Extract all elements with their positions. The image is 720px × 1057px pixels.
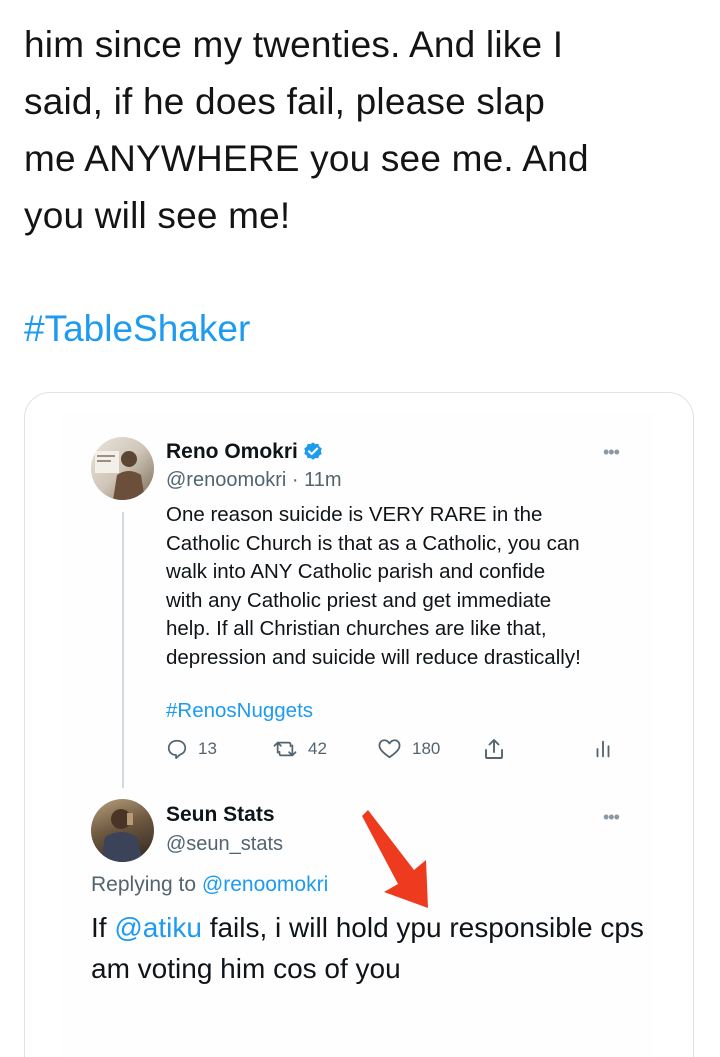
post-text-line: you will see me!: [24, 195, 291, 236]
author-handle[interactable]: @renoomokri: [166, 469, 286, 491]
verified-badge-icon: [304, 442, 322, 460]
share-button[interactable]: [482, 736, 506, 762]
more-options-icon[interactable]: •••: [603, 808, 620, 826]
heart-icon: [378, 739, 401, 759]
retweet-count: 42: [308, 739, 327, 758]
post-text-line: me ANYWHERE you see me. And: [24, 138, 589, 179]
share-icon: [485, 739, 503, 759]
post-text: him since my twenties. And like I said, …: [24, 16, 704, 244]
mention-link[interactable]: @atiku: [114, 912, 202, 943]
avatar-seun-image: [101, 809, 143, 862]
like-button[interactable]: 180: [377, 736, 440, 762]
like-count: 180: [412, 739, 441, 758]
replying-to-line: Replying to @renoomokri: [91, 873, 328, 897]
retweet-icon: [273, 741, 297, 757]
tweet-timestamp[interactable]: · 11m: [286, 469, 342, 491]
reply-icon: [167, 739, 187, 760]
red-arrow-annotation: [362, 810, 428, 908]
reply-count: 13: [198, 739, 217, 758]
post-hashtag-link[interactable]: #TableShaker: [24, 300, 250, 357]
avatar-reno-image: [95, 451, 145, 500]
replying-to-link[interactable]: @renoomokri: [202, 873, 328, 896]
author-name[interactable]: Seun Stats: [166, 803, 275, 827]
author-name[interactable]: Reno Omokri: [166, 440, 298, 464]
avatar[interactable]: [91, 437, 154, 500]
author-handle-line[interactable]: @renoomokri · 11m: [166, 469, 342, 492]
retweet-button[interactable]: 42: [272, 736, 327, 762]
thread-connector-line: [122, 512, 124, 788]
post-text-line: said, if he does fail, please slap: [24, 81, 546, 122]
post-text-line: him since my twenties. And like I: [24, 24, 564, 65]
analytics-icon: [596, 740, 610, 758]
reply-text-start: If: [91, 912, 115, 943]
analytics-button[interactable]: [594, 736, 612, 762]
more-options-icon[interactable]: •••: [603, 443, 620, 461]
replying-prefix: Replying to: [91, 873, 202, 896]
avatar[interactable]: [91, 799, 154, 862]
reply-body: If @atiku fails, i will hold ypu respons…: [91, 907, 651, 989]
reply-button[interactable]: 13: [166, 736, 217, 762]
tweet-hashtag-link[interactable]: #RenosNuggets: [166, 699, 313, 723]
cropped-previous-line: [0, 0, 720, 6]
author-handle[interactable]: @seun_stats: [166, 833, 283, 856]
tweet-body: One reason suicide is VERY RARE in the C…: [166, 503, 581, 669]
